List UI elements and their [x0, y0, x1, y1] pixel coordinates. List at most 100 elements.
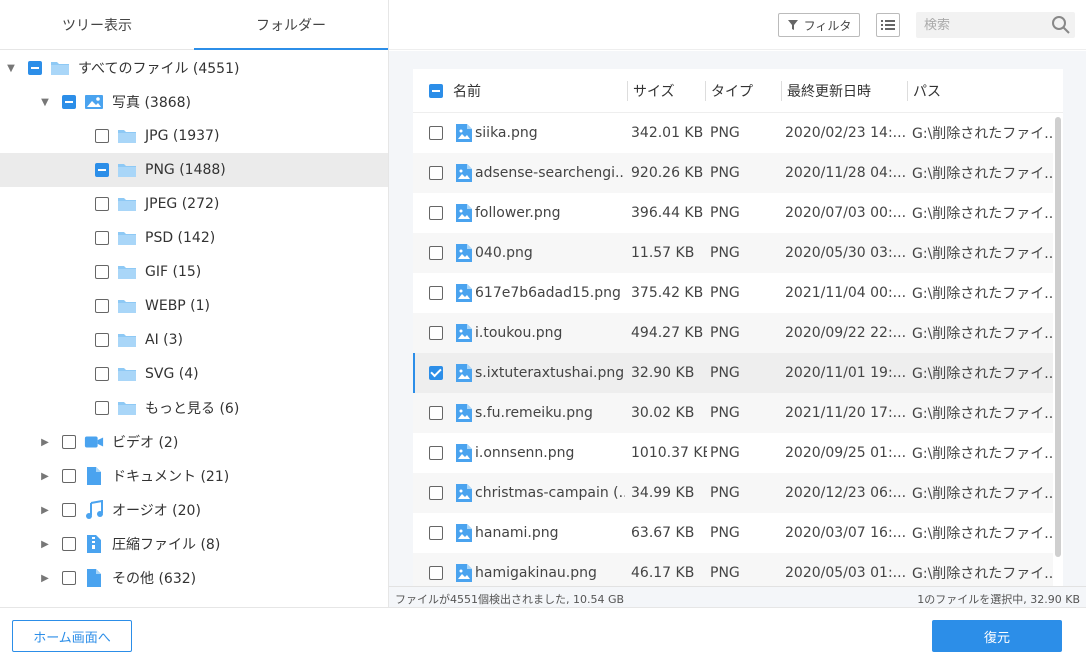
- tree-item[interactable]: PNG (1488): [0, 153, 388, 187]
- tree-item-checkbox[interactable]: [95, 401, 109, 415]
- row-checkbox[interactable]: [429, 286, 443, 300]
- tree-item-label: JPG (1937): [145, 128, 220, 144]
- row-checkbox[interactable]: [429, 246, 443, 260]
- search-icon[interactable]: [1051, 15, 1071, 35]
- row-checkbox[interactable]: [429, 166, 443, 180]
- caret-right-icon[interactable]: ▶: [40, 471, 50, 482]
- tree-item-checkbox[interactable]: [95, 129, 109, 143]
- column-header-type[interactable]: タイプ: [705, 69, 753, 113]
- row-checkbox-cell: [429, 313, 473, 353]
- cell-name: christmas-campain (...: [475, 485, 625, 501]
- caret-down-icon[interactable]: ▼: [6, 63, 16, 74]
- caret-down-icon[interactable]: ▼: [40, 97, 50, 108]
- table-row[interactable]: 617e7b6adad15.png 375.42 KB PNG 2021/11/04 …: [413, 273, 1053, 313]
- tree-item[interactable]: もっと見る (6): [0, 391, 388, 425]
- tree-item[interactable]: SVG (4): [0, 357, 388, 391]
- column-header-size[interactable]: サイズ: [627, 69, 675, 113]
- cell-type: PNG: [710, 325, 740, 341]
- table-row[interactable]: siika.png 342.01 KB PNG 2020/02/23 14:... G:…: [413, 113, 1053, 153]
- tree-item-label: もっと見る (6): [145, 401, 240, 417]
- scrollbar-thumb[interactable]: [1055, 117, 1061, 557]
- column-header-modified[interactable]: 最終更新日時: [781, 69, 871, 113]
- cell-type: PNG: [710, 565, 740, 581]
- tree-item[interactable]: ▼ 写真 (3868): [0, 85, 388, 119]
- cell-path: G:\削除されたファイ...: [912, 246, 1053, 262]
- row-checkbox[interactable]: [429, 366, 443, 380]
- row-checkbox[interactable]: [429, 526, 443, 540]
- tree-item-checkbox[interactable]: [95, 333, 109, 347]
- table-row[interactable]: i.onnsenn.png 1010.37 KB PNG 2020/09/25 01:…: [413, 433, 1053, 473]
- tree-item[interactable]: ▶ 圧縮ファイル (8): [0, 527, 388, 561]
- row-checkbox[interactable]: [429, 446, 443, 460]
- tree-item-checkbox[interactable]: [28, 61, 42, 75]
- caret-right-icon[interactable]: ▶: [40, 539, 50, 550]
- table-row[interactable]: i.toukou.png 494.27 KB PNG 2020/09/22 22:..…: [413, 313, 1053, 353]
- tree-item[interactable]: JPEG (272): [0, 187, 388, 221]
- header-cell-checkbox: [429, 69, 451, 113]
- tree-item[interactable]: ▶ オージオ (20): [0, 493, 388, 527]
- table-scrollbar[interactable]: [1053, 113, 1063, 586]
- folder-icon: [117, 399, 137, 417]
- column-header-name[interactable]: 名前: [453, 69, 481, 113]
- document-icon: [84, 569, 104, 587]
- row-checkbox[interactable]: [429, 566, 443, 580]
- row-checkbox[interactable]: [429, 326, 443, 340]
- tree-item-checkbox[interactable]: [62, 469, 76, 483]
- image-icon: [84, 93, 104, 111]
- tree-item[interactable]: GIF (15): [0, 255, 388, 289]
- row-checkbox[interactable]: [429, 206, 443, 220]
- tree-item-checkbox[interactable]: [95, 299, 109, 313]
- column-header-path[interactable]: パス: [907, 69, 941, 113]
- tree-item[interactable]: WEBP (1): [0, 289, 388, 323]
- table-row[interactable]: christmas-campain (... 34.99 KB PNG 2020/12…: [413, 473, 1053, 513]
- tree-item[interactable]: PSD (142): [0, 221, 388, 255]
- tree-item-checkbox[interactable]: [62, 503, 76, 517]
- tree-item[interactable]: ▼ すべてのファイル (4551): [0, 51, 388, 85]
- tree-item-checkbox[interactable]: [62, 95, 76, 109]
- filter-button[interactable]: フィルタ: [778, 13, 860, 37]
- tree-item[interactable]: ▶ ドキュメント (21): [0, 459, 388, 493]
- cell-date: 2020/09/25 01:...: [785, 445, 907, 461]
- tab-folder[interactable]: フォルダー: [194, 0, 388, 50]
- list-view-button[interactable]: [876, 13, 900, 37]
- folder-icon: [117, 161, 137, 179]
- table-row[interactable]: hanami.png 63.67 KB PNG 2020/03/07 16:... G:…: [413, 513, 1053, 553]
- table-row[interactable]: s.fu.remeiku.png 30.02 KB PNG 2021/11/20 17…: [413, 393, 1053, 433]
- status-bar: ファイルが4551個検出されました, 10.54 GB 1のファイルを選択中, …: [389, 586, 1086, 607]
- tree-item-checkbox[interactable]: [62, 571, 76, 585]
- select-all-checkbox[interactable]: [429, 84, 443, 98]
- caret-right-icon[interactable]: ▶: [40, 437, 50, 448]
- tree-item-checkbox[interactable]: [95, 197, 109, 211]
- caret-right-icon[interactable]: ▶: [40, 573, 50, 584]
- home-button[interactable]: ホーム画面へ: [12, 620, 132, 652]
- table-row[interactable]: follower.png 396.44 KB PNG 2020/07/03 00:..…: [413, 193, 1053, 233]
- tree-item-checkbox[interactable]: [95, 231, 109, 245]
- tab-tree-view[interactable]: ツリー表示: [0, 0, 194, 49]
- tree-item[interactable]: ▶ ビデオ (2): [0, 425, 388, 459]
- tree-item[interactable]: JPG (1937): [0, 119, 388, 153]
- search-input[interactable]: [916, 17, 1036, 33]
- tree-item-checkbox[interactable]: [62, 537, 76, 551]
- cell-type: PNG: [710, 445, 740, 461]
- cell-size: 1010.37 KB: [631, 445, 707, 461]
- cell-type: PNG: [710, 365, 740, 381]
- cell-type: PNG: [710, 525, 740, 541]
- cell-name: adsense-searchengi...: [475, 165, 625, 181]
- tree-item-label: PNG (1488): [145, 162, 226, 178]
- row-checkbox[interactable]: [429, 406, 443, 420]
- caret-right-icon[interactable]: ▶: [40, 505, 50, 516]
- restore-button[interactable]: 復元: [932, 620, 1062, 652]
- row-checkbox[interactable]: [429, 126, 443, 140]
- tree-item-checkbox[interactable]: [95, 367, 109, 381]
- tree-item[interactable]: AI (3): [0, 323, 388, 357]
- tree-item-checkbox[interactable]: [95, 265, 109, 279]
- tree-item-checkbox[interactable]: [62, 435, 76, 449]
- tree-item[interactable]: ▶ その他 (632): [0, 561, 388, 595]
- table-row[interactable]: hamigakinau.png 46.17 KB PNG 2020/05/03 01:…: [413, 553, 1053, 586]
- row-checkbox[interactable]: [429, 486, 443, 500]
- tree-item-checkbox[interactable]: [95, 163, 109, 177]
- table-row[interactable]: s.ixtuteraxtushai.png 32.90 KB PNG 2020/11/…: [413, 353, 1053, 393]
- table-row[interactable]: 040.png 11.57 KB PNG 2020/05/30 03:... G:\削除…: [413, 233, 1053, 273]
- cell-path: G:\削除されたファイ...: [912, 166, 1053, 182]
- table-row[interactable]: adsense-searchengi... 920.26 KB PNG 2020/11…: [413, 153, 1053, 193]
